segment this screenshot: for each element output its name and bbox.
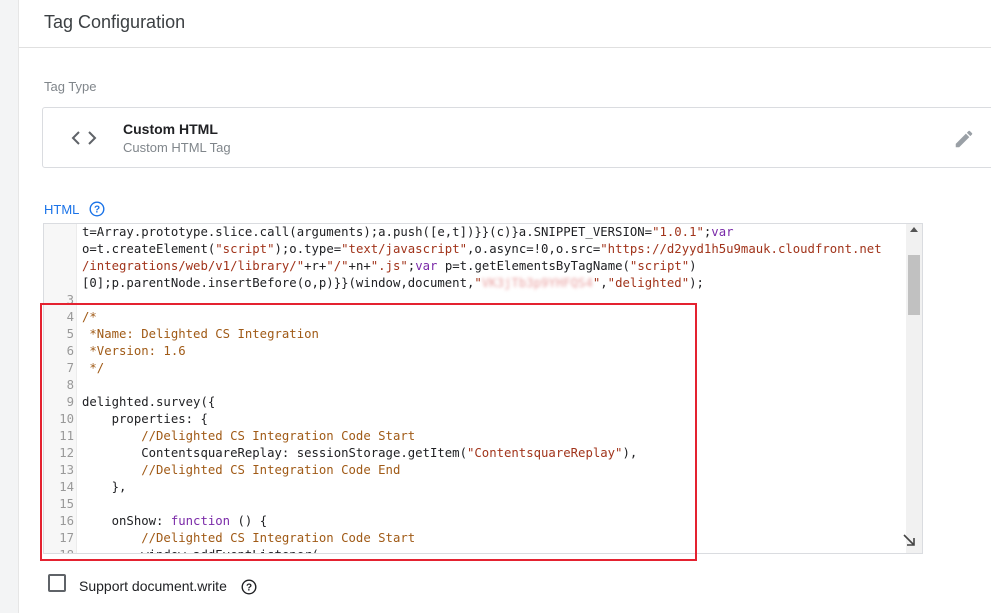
line-number: 6: [66, 344, 74, 358]
code-token: *Version: 1.6: [82, 344, 186, 358]
code-token: properties: {: [82, 412, 208, 426]
code-token: "delighted": [607, 276, 690, 290]
line-number: 7: [66, 361, 74, 375]
tag-type-label: Tag Type: [44, 79, 97, 94]
code-token: "ContentsquareReplay": [466, 446, 623, 460]
scroll-up-arrow-icon[interactable]: [910, 227, 918, 232]
code-token: p=t.getElementsByTagName(: [437, 259, 630, 273]
code-token: ),: [622, 446, 638, 460]
left-sidebar-strip: [0, 0, 19, 613]
code-token: );: [689, 276, 704, 290]
code-token: +n+: [348, 259, 371, 273]
code-line: //Delighted CS Integration Code Start: [82, 530, 415, 547]
code-token: var: [711, 225, 734, 239]
line-number: 11: [59, 429, 74, 443]
code-token: function: [170, 514, 231, 528]
code-token: ): [689, 259, 697, 273]
line-number: 3: [66, 293, 74, 307]
code-token: );o.type=: [274, 242, 342, 256]
line-number: 5: [66, 327, 74, 341]
code-token: t=Array.prototype.slice.call(arguments);…: [82, 225, 653, 239]
line-number: 13: [59, 463, 74, 477]
code-token: ContentsquareReplay: sessionStorage.getI…: [82, 446, 467, 460]
code-token: () {: [230, 514, 268, 528]
code-line: /*: [82, 309, 97, 326]
support-document-write-label: Support document.write: [79, 578, 227, 594]
code-line: properties: {: [82, 411, 208, 428]
code-token: /*: [82, 310, 97, 324]
panel-title: Tag Configuration: [44, 12, 186, 32]
line-number: 16: [59, 514, 74, 528]
code-token: delighted.survey({: [82, 395, 216, 409]
code-line: o=t.createElement("script");o.type="text…: [82, 241, 882, 258]
scrollbar-thumb[interactable]: [908, 255, 920, 315]
code-token: /integrations/web/v1/library/": [82, 259, 305, 273]
line-number: 17: [59, 531, 74, 545]
code-token: o=t.createElement(: [82, 242, 216, 256]
code-line: //Delighted CS Integration Code Start: [82, 428, 415, 445]
code-token: onShow:: [82, 514, 171, 528]
line-number: 8: [66, 378, 74, 392]
code-token: ".js": [370, 259, 408, 273]
code-line: window.addEventListener(: [82, 547, 319, 553]
code-token: var: [415, 259, 438, 273]
code-line: ContentsquareReplay: sessionStorage.getI…: [82, 445, 637, 462]
line-number: 10: [59, 412, 74, 426]
code-line: [0];p.parentNode.insertBefore(o,p)}}(win…: [82, 275, 704, 292]
svg-text:?: ?: [246, 583, 252, 594]
html-code-editor[interactable]: t=Array.prototype.slice.call(arguments);…: [43, 223, 923, 554]
code-token: window.addEventListener(: [82, 548, 319, 553]
code-token: },: [82, 480, 127, 494]
line-number: 15: [59, 497, 74, 511]
code-line: t=Array.prototype.slice.call(arguments);…: [82, 224, 734, 241]
html-field-label: HTML: [44, 202, 80, 217]
pencil-icon[interactable]: [953, 128, 975, 150]
code-token: *Name: Delighted CS Integration: [82, 327, 319, 341]
line-number: 4: [66, 310, 74, 324]
code-token: +r+: [304, 259, 327, 273]
code-line: onShow: function () {: [82, 513, 268, 530]
code-token: "https://d2yyd1h5u9mauk.cloudfront.net: [600, 242, 882, 256]
code-token: "1.0.1": [652, 225, 704, 239]
line-number: 14: [59, 480, 74, 494]
redacted-key: VK3jTb3p9YHFQS4: [481, 276, 593, 290]
code-line: },: [82, 479, 127, 496]
code-token: ": [474, 276, 482, 290]
code-line: */: [82, 360, 104, 377]
resize-handle-icon[interactable]: [902, 533, 916, 547]
line-number: 9: [66, 395, 74, 409]
code-line: /integrations/web/v1/library/"+r+"/"+n+"…: [82, 258, 697, 275]
code-token: "script": [215, 242, 275, 256]
code-token: "/": [326, 259, 349, 273]
code-line: delighted.survey({: [82, 394, 215, 411]
help-circle-icon[interactable]: ?: [89, 201, 105, 217]
line-number: 12: [59, 446, 74, 460]
code-token: */: [82, 361, 105, 375]
code-line: *Version: 1.6: [82, 343, 186, 360]
code-token: "text/javascript": [341, 242, 467, 256]
code-icon: [71, 131, 97, 145]
code-line: *Name: Delighted CS Integration: [82, 326, 319, 343]
tag-type-card[interactable]: Custom HTML Custom HTML Tag: [42, 107, 991, 168]
code-token: ,: [600, 276, 608, 290]
line-number: 18: [44, 547, 74, 553]
code-token: [0];p.parentNode.insertBefore(o,p)}}(win…: [82, 276, 475, 290]
vertical-scrollbar[interactable]: [906, 224, 922, 553]
code-token: ,o.async=!0,o.src=: [467, 242, 601, 256]
code-token: //Delighted CS Integration Code Start: [82, 531, 416, 545]
support-document-write-checkbox[interactable]: [48, 574, 66, 592]
help-circle-icon[interactable]: ?: [241, 579, 257, 595]
code-token: "script": [629, 259, 690, 273]
code-token: //Delighted CS Integration Code Start: [82, 429, 416, 443]
code-token: //Delighted CS Integration Code End: [82, 463, 401, 477]
code-line: //Delighted CS Integration Code End: [82, 462, 400, 479]
svg-text:?: ?: [94, 205, 100, 216]
tag-type-subtitle: Custom HTML Tag: [123, 140, 231, 155]
tag-type-name: Custom HTML: [123, 121, 218, 137]
